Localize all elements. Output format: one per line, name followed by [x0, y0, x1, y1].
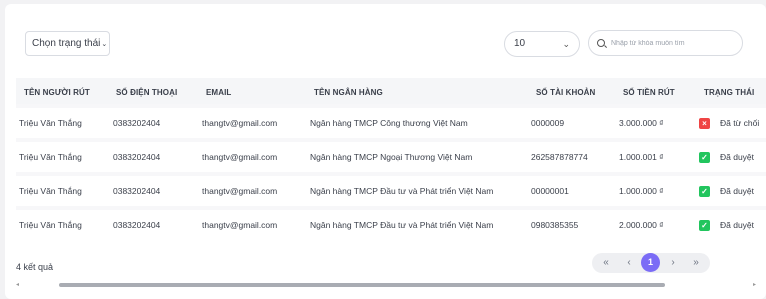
- cell-bank: Ngân hàng TMCP Đầu tư và Phát triển Việt…: [310, 186, 494, 196]
- search-input[interactable]: [611, 34, 736, 52]
- cell-account: 0980385355: [531, 220, 579, 230]
- horizontal-scrollbar[interactable]: ◂ ▸: [16, 281, 756, 289]
- cell-name: Triệu Văn Thắng: [19, 220, 82, 230]
- cell-status: Đã từ chối: [720, 118, 760, 128]
- cell-email: thangtv@gmail.com: [202, 152, 278, 162]
- scroll-left-arrow-icon[interactable]: ◂: [16, 281, 19, 288]
- cell-amount: 3.000.000 ₫: [619, 118, 664, 128]
- col-header-status: TRẠNG THÁI: [704, 88, 755, 97]
- cell-name: Triệu Văn Thắng: [19, 118, 82, 128]
- approved-check-icon: ✓: [699, 152, 710, 163]
- table-row[interactable]: Triệu Văn Thắng 0383202404 thangtv@gmail…: [16, 206, 766, 240]
- cell-amount: 2.000.000 ₫: [619, 220, 664, 230]
- table-row[interactable]: Triệu Văn Thắng 0383202404 thangtv@gmail…: [16, 172, 766, 206]
- cell-amount: 1.000.000 ₫: [619, 186, 664, 196]
- pagination: « ‹ 1 › »: [592, 253, 710, 273]
- col-header-bank: TÊN NGÂN HÀNG: [314, 88, 383, 97]
- table-header: TÊN NGƯỜI RÚT SỐ ĐIỆN THOẠI EMAIL TÊN NG…: [16, 78, 766, 107]
- cell-name: Triệu Văn Thắng: [19, 152, 82, 162]
- cell-account: 0000009: [531, 118, 565, 128]
- last-page-button[interactable]: »: [686, 253, 706, 273]
- cell-bank: Ngân hàng TMCP Đầu tư và Phát triển Việt…: [310, 220, 494, 230]
- cell-phone: 0383202404: [113, 118, 161, 128]
- withdrawal-list-card: Chọn trạng thái⌄ 10 ⌄ TÊN NGƯỜI RÚT SỐ Đ…: [5, 4, 766, 299]
- page-size-value: 10: [514, 38, 526, 49]
- table-row[interactable]: Triệu Văn Thắng 0383202404 thangtv@gmail…: [16, 138, 766, 172]
- approved-check-icon: ✓: [699, 220, 710, 231]
- first-page-button[interactable]: «: [596, 253, 616, 273]
- prev-page-button[interactable]: ‹: [619, 253, 639, 273]
- cell-email: thangtv@gmail.com: [202, 186, 278, 196]
- next-page-button[interactable]: ›: [663, 253, 683, 273]
- page-size-select[interactable]: 10 ⌄: [504, 31, 580, 57]
- scroll-right-arrow-icon[interactable]: ▸: [753, 281, 756, 288]
- cell-status: Đã duyệt: [720, 220, 755, 230]
- cell-account: 00000001: [531, 186, 569, 196]
- cell-bank: Ngân hàng TMCP Ngoại Thương Việt Nam: [310, 152, 473, 162]
- cell-phone: 0383202404: [113, 186, 161, 196]
- status-filter-select[interactable]: Chọn trạng thái⌄: [25, 31, 110, 56]
- page-1-button[interactable]: 1: [641, 253, 660, 272]
- chevron-down-icon: ⌄: [101, 41, 108, 48]
- result-count: 4 kết quả: [16, 262, 54, 272]
- table-row[interactable]: Triệu Văn Thắng 0383202404 thangtv@gmail…: [16, 104, 766, 138]
- col-header-account: SỐ TÀI KHOẢN: [536, 88, 596, 97]
- cell-status: Đã duyệt: [720, 186, 755, 196]
- search-icon: [597, 39, 605, 47]
- cell-email: thangtv@gmail.com: [202, 220, 278, 230]
- status-filter-label: Chọn trạng thái: [32, 38, 101, 49]
- chevron-down-icon: ⌄: [562, 39, 570, 49]
- col-header-amount: SỐ TIỀN RÚT: [623, 88, 675, 97]
- cell-amount: 1.000.001 ₫: [619, 152, 664, 162]
- cell-phone: 0383202404: [113, 152, 161, 162]
- scrollbar-thumb[interactable]: [59, 283, 665, 287]
- cell-phone: 0383202404: [113, 220, 161, 230]
- approved-check-icon: ✓: [699, 186, 710, 197]
- col-header-name: TÊN NGƯỜI RÚT: [24, 88, 90, 97]
- cell-status: Đã duyệt: [720, 152, 755, 162]
- search-box[interactable]: [588, 30, 743, 56]
- cell-name: Triệu Văn Thắng: [19, 186, 82, 196]
- rejected-x-icon: ×: [699, 118, 710, 129]
- col-header-email: EMAIL: [206, 88, 232, 97]
- cell-email: thangtv@gmail.com: [202, 118, 278, 128]
- cell-account: 262587878774: [531, 152, 588, 162]
- cell-bank: Ngân hàng TMCP Công thương Việt Nam: [310, 118, 468, 128]
- col-header-phone: SỐ ĐIỆN THOẠI: [116, 88, 178, 97]
